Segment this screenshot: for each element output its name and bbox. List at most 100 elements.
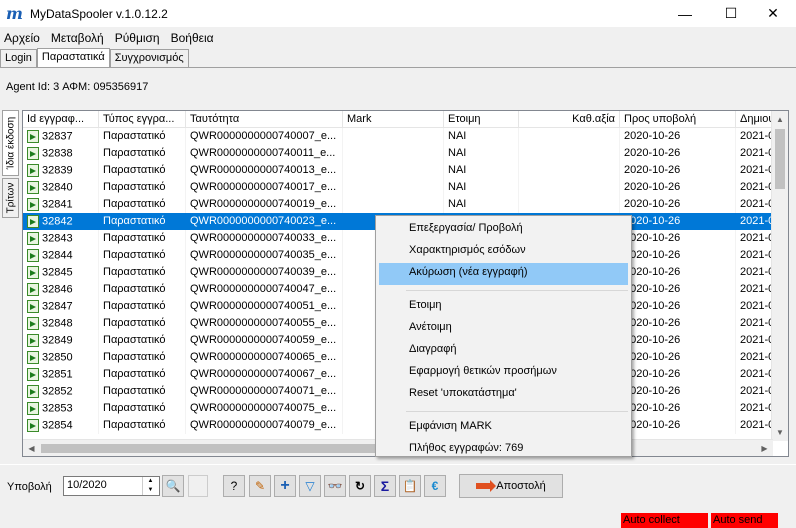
minimize-button[interactable]: — bbox=[662, 0, 708, 27]
menu-settings[interactable]: Ρύθμιση bbox=[111, 31, 167, 45]
vertical-scroll-thumb[interactable] bbox=[775, 129, 785, 189]
spin-down-icon[interactable]: ▼ bbox=[143, 486, 158, 495]
cell-type: Παραστατικό bbox=[99, 383, 186, 400]
refresh-icon: ↻ bbox=[354, 479, 366, 493]
cell-type: Παραστατικό bbox=[99, 128, 186, 145]
search-button[interactable]: 🔍 bbox=[162, 475, 184, 497]
scroll-right-icon[interactable]: ▶ bbox=[756, 440, 773, 456]
auto-send-status: Auto send bbox=[711, 513, 778, 528]
cell-id: 32845 bbox=[23, 264, 99, 281]
send-button[interactable]: Αποστολή bbox=[459, 474, 563, 498]
cell-type: Παραστατικό bbox=[99, 417, 186, 434]
scroll-up-icon[interactable]: ▲ bbox=[772, 111, 788, 128]
cell-identity: QWR0000000000740039_e... bbox=[186, 264, 343, 281]
cell-ready: ΝΑΙ bbox=[444, 179, 519, 196]
column-header-submit-date[interactable]: Προς υποβολή bbox=[620, 111, 736, 128]
cell-submit-date: 2020-10-26 bbox=[620, 281, 736, 298]
cell-submit-date: 2020-10-26 bbox=[620, 332, 736, 349]
record-status-icon bbox=[27, 419, 39, 432]
cell-net-value bbox=[519, 162, 620, 179]
context-menu-item[interactable]: Ετοιμη bbox=[376, 296, 631, 318]
edit-icon: ✎ bbox=[254, 479, 266, 493]
column-header-ready[interactable]: Ετοιμη bbox=[444, 111, 519, 128]
sum-button[interactable]: Σ bbox=[374, 475, 396, 497]
table-row[interactable]: 32838 Παραστατικό QWR0000000000740011_e...… bbox=[23, 145, 788, 162]
cell-mark bbox=[343, 162, 444, 179]
help-button[interactable]: ? bbox=[223, 475, 245, 497]
cell-submit-date: 2020-10-26 bbox=[620, 400, 736, 417]
grid-header: Id εγγραφ... Τύπος εγγρα... Ταυτότητα Mark Ε… bbox=[23, 111, 788, 128]
refresh-button[interactable]: ↻ bbox=[349, 475, 371, 497]
cell-id: 32840 bbox=[23, 179, 99, 196]
edit-button[interactable]: ✎ bbox=[249, 475, 271, 497]
cell-type: Παραστατικό bbox=[99, 213, 186, 230]
tab-login[interactable]: Login bbox=[0, 49, 37, 67]
record-status-icon bbox=[27, 249, 39, 262]
cell-identity: QWR0000000000740007_e... bbox=[186, 128, 343, 145]
sum-icon: Σ bbox=[380, 478, 390, 494]
cell-id: 32847 bbox=[23, 298, 99, 315]
context-menu-item[interactable]: Εμφάνιση MARK bbox=[376, 417, 631, 439]
cell-ready: ΝΑΙ bbox=[444, 145, 519, 162]
cell-net-value bbox=[519, 145, 620, 162]
export-button[interactable]: 📋 bbox=[399, 475, 421, 497]
tab-documents[interactable]: Παραστατικά bbox=[36, 48, 110, 68]
context-menu-item[interactable]: Πλήθος εγγραφών: 769 bbox=[376, 439, 631, 461]
cell-submit-date: 2020-10-26 bbox=[620, 179, 736, 196]
scroll-down-icon[interactable]: ▼ bbox=[772, 424, 788, 441]
filter-button[interactable]: ▽ bbox=[299, 475, 321, 497]
column-header-mark[interactable]: Mark bbox=[343, 111, 444, 128]
context-menu-item[interactable]: Ανέτοιμη bbox=[376, 318, 631, 340]
cell-ready: ΝΑΙ bbox=[444, 196, 519, 213]
find-icon: 👓 bbox=[327, 479, 343, 493]
cell-id: 32846 bbox=[23, 281, 99, 298]
add-icon: + bbox=[280, 477, 290, 494]
cell-identity: QWR0000000000740047_e... bbox=[186, 281, 343, 298]
side-tab-own[interactable]: Ίδια έκδοση bbox=[2, 110, 19, 176]
context-menu-item[interactable]: Διαγραφή bbox=[376, 340, 631, 362]
blank-button[interactable] bbox=[188, 475, 208, 497]
cell-identity: QWR0000000000740079_e... bbox=[186, 417, 343, 434]
close-button[interactable]: ✕ bbox=[750, 0, 796, 27]
cell-id: 32837 bbox=[23, 128, 99, 145]
cell-submit-date: 2020-10-26 bbox=[620, 145, 736, 162]
table-row[interactable]: 32839 Παραστατικό QWR0000000000740013_e...… bbox=[23, 162, 788, 179]
table-row[interactable]: 32837 Παραστατικό QWR0000000000740007_e...… bbox=[23, 128, 788, 145]
column-header-type[interactable]: Τύπος εγγρα... bbox=[99, 111, 186, 128]
period-spinner[interactable]: ▲ ▼ bbox=[142, 477, 158, 495]
record-status-icon bbox=[27, 402, 39, 415]
table-row[interactable]: 32840 Παραστατικό QWR0000000000740017_e...… bbox=[23, 179, 788, 196]
column-header-identity[interactable]: Ταυτότητα bbox=[186, 111, 343, 128]
euro-button[interactable]: € bbox=[424, 475, 446, 497]
column-header-id[interactable]: Id εγγραφ... bbox=[23, 111, 99, 128]
cell-identity: QWR0000000000740035_e... bbox=[186, 247, 343, 264]
menu-file[interactable]: Αρχείο bbox=[0, 31, 47, 45]
add-button[interactable]: + bbox=[274, 475, 296, 497]
context-menu-item[interactable]: Επεξεργασία/ Προβολή bbox=[376, 219, 631, 241]
tab-sync[interactable]: Συγχρονισμός bbox=[109, 49, 189, 67]
context-menu-item[interactable]: Χαρακτηρισμός εσόδων bbox=[376, 241, 631, 263]
side-tab-third-party[interactable]: Τρίτων bbox=[2, 178, 19, 218]
column-header-net-value[interactable]: Καθ.αξία bbox=[519, 111, 620, 128]
spin-up-icon[interactable]: ▲ bbox=[143, 477, 158, 486]
context-menu-item[interactable]: Ακύρωση (νέα εγγραφή) bbox=[379, 263, 628, 285]
scroll-left-icon[interactable]: ◀ bbox=[23, 440, 40, 456]
find-button[interactable]: 👓 bbox=[324, 475, 346, 497]
menu-bar: Αρχείο Μεταβολή Ρύθμιση Βοήθεια bbox=[0, 29, 221, 47]
menu-edit[interactable]: Μεταβολή bbox=[47, 31, 111, 45]
cell-submit-date: 2020-10-26 bbox=[620, 128, 736, 145]
record-status-icon bbox=[27, 147, 39, 160]
record-status-icon bbox=[27, 130, 39, 143]
menu-help[interactable]: Βοήθεια bbox=[167, 31, 221, 45]
filter-icon: ▽ bbox=[305, 479, 315, 493]
cell-id: 32843 bbox=[23, 230, 99, 247]
context-menu-item[interactable]: Reset 'υποκατάστημα' bbox=[376, 384, 631, 406]
cell-type: Παραστατικό bbox=[99, 247, 186, 264]
record-status-icon bbox=[27, 164, 39, 177]
maximize-button[interactable]: ☐ bbox=[708, 0, 754, 27]
vertical-scrollbar[interactable]: ▲ ▼ bbox=[771, 111, 788, 441]
cell-id: 32849 bbox=[23, 332, 99, 349]
cell-net-value bbox=[519, 128, 620, 145]
table-row[interactable]: 32841 Παραστατικό QWR0000000000740019_e...… bbox=[23, 196, 788, 213]
context-menu-item[interactable]: Εφαρμογή θετικών προσήμων bbox=[376, 362, 631, 384]
